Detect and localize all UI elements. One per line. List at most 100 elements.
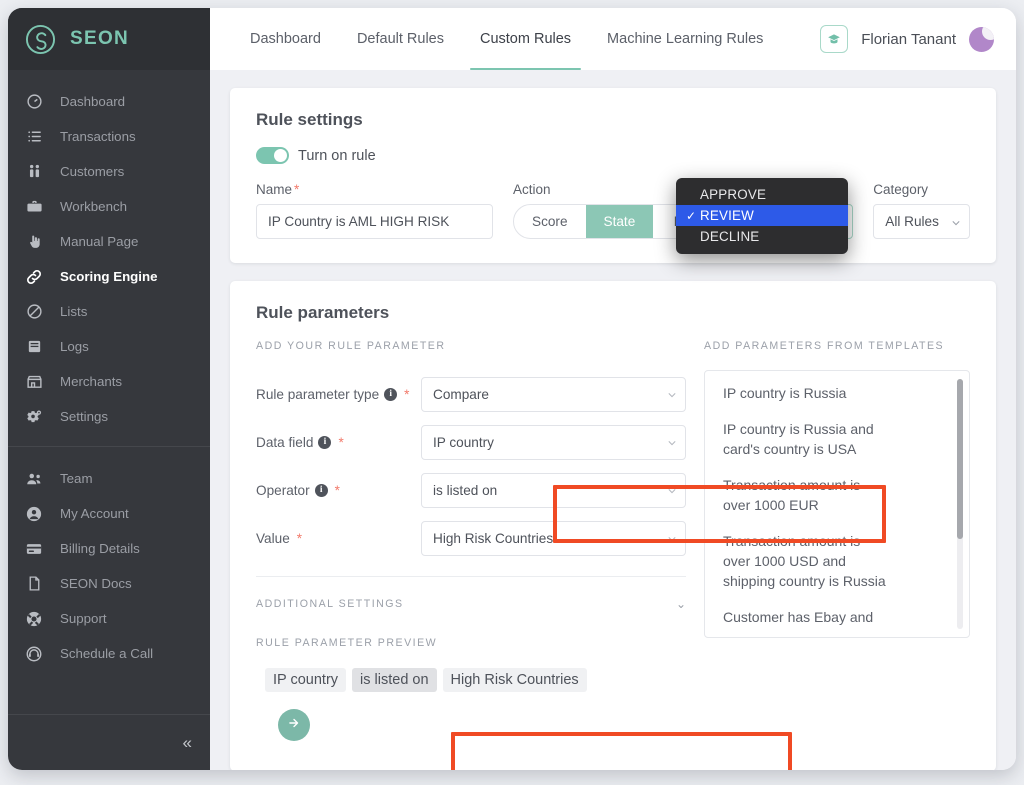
sidebar-item-label: Manual Page [60,234,210,249]
user-name: Florian Tanant [861,31,956,48]
info-icon[interactable]: i [318,436,331,449]
sidebar-item-label: Logs [60,339,210,354]
brand-name: SEON [70,28,129,50]
sidebar-item-schedule-a-call[interactable]: Schedule a Call [8,636,210,671]
operator-select[interactable]: is listed on [421,473,686,508]
operator-control: is listed on [421,473,686,508]
sidebar-item-merchants[interactable]: Merchants [8,364,210,399]
graduation-cap-icon[interactable] [820,25,848,53]
double-chevron-left-icon: « [183,733,192,753]
sidebar-item-settings[interactable]: Settings [8,399,210,434]
category-select[interactable]: All Rules [873,204,970,239]
avatar[interactable] [969,27,994,52]
chevron-down-icon [668,391,676,399]
label-text: Rule parameter type [256,387,379,402]
label-text: Value [256,531,290,546]
submit-parameter-button[interactable] [278,709,310,741]
dropdown-option-decline[interactable]: DECLINE [676,226,848,247]
sidebar-item-seon-docs[interactable]: SEON Docs [8,566,210,601]
tab-custom-rules[interactable]: Custom Rules [462,8,589,70]
turn-on-rule-toggle[interactable] [256,147,289,164]
dropdown-option-approve[interactable]: APPROVE [676,184,848,205]
templates-scrollbar-thumb[interactable] [957,379,963,539]
sidebar-primary-group: Dashboard Transactions [8,70,210,446]
sidebar-item-customers[interactable]: Customers [8,154,210,189]
rule-parameter-type-select[interactable]: Compare [421,377,686,412]
tab-default-rules[interactable]: Default Rules [339,8,462,70]
templates-column: ADD PARAMETERS FROM TEMPLATES IP country… [686,340,970,741]
action-state-dropdown-menu[interactable]: APPROVE ✓ REVIEW DECLINE [676,178,848,254]
sidebar-item-logs[interactable]: Logs [8,329,210,364]
sidebar-secondary-group: Team My Account [8,446,210,683]
link-chain-icon [8,268,60,286]
tab-label: Default Rules [357,31,444,47]
option-label: DECLINE [700,229,759,244]
rule-parameter-type-control: Compare [421,377,686,412]
name-label-text: Name [256,182,292,197]
main-area: Dashboard Default Rules Custom Rules Mac… [210,8,1016,770]
sidebar-item-label: Billing Details [60,541,210,556]
sidebar-item-label: Customers [60,164,210,179]
sidebar-item-support[interactable]: Support [8,601,210,636]
templates-scrollbar-track[interactable] [957,379,963,629]
additional-settings-caption: ADDITIONAL SETTINGS [256,598,676,610]
user-circle-icon [8,505,60,523]
tab-label: Machine Learning Rules [607,31,763,47]
category-field-group: Category All Rules [873,182,970,239]
dropdown-option-review[interactable]: ✓ REVIEW [676,205,848,226]
data-field-select[interactable]: IP country [421,425,686,460]
template-item[interactable]: Transaction amount is over 1000 EUR [723,475,891,515]
content-scroll-area[interactable]: Rule settings Turn on rule Name* Action [210,70,1016,770]
action-segment-score[interactable]: Score [514,205,586,238]
tab-dashboard[interactable]: Dashboard [232,8,339,70]
store-icon [8,373,60,390]
turn-on-rule-row: Turn on rule [256,147,970,164]
templates-list[interactable]: IP country is Russia IP country is Russi… [704,370,970,638]
sidebar-item-lists[interactable]: Lists [8,294,210,329]
template-item[interactable]: Transaction amount is over 1000 USD and … [723,531,891,591]
tab-machine-learning-rules[interactable]: Machine Learning Rules [589,8,781,70]
sidebar-item-my-account[interactable]: My Account [8,496,210,531]
sidebar-item-transactions[interactable]: Transactions [8,119,210,154]
data-field-label: Data field i * [256,435,421,450]
info-icon[interactable]: i [315,484,328,497]
tab-label: Custom Rules [480,31,571,47]
sidebar-item-workbench[interactable]: Workbench [8,189,210,224]
info-icon[interactable]: i [384,388,397,401]
brand-header[interactable]: SEON [8,8,210,70]
name-label: Name* [256,182,493,197]
lifebuoy-icon [8,610,60,628]
value-select[interactable]: High Risk Countries [421,521,686,556]
arrow-right-icon [287,716,301,735]
template-item[interactable]: Customer has Ebay and [723,607,891,627]
sidebar-collapse-button[interactable]: « [8,714,210,770]
sidebar-item-dashboard[interactable]: Dashboard [8,84,210,119]
sidebar-item-billing-details[interactable]: Billing Details [8,531,210,566]
option-label: APPROVE [700,187,766,202]
rule-parameter-type-label: Rule parameter type i * [256,387,421,402]
preview-chip-value: High Risk Countries [443,668,587,692]
tab-label: Dashboard [250,31,321,47]
value-control: High Risk Countries [421,521,686,556]
sidebar-item-label: Scoring Engine [60,269,210,284]
sidebar-item-manual-page[interactable]: Manual Page [8,224,210,259]
no-entry-icon [8,303,60,320]
people-icon [8,163,60,180]
template-item[interactable]: IP country is Russia [723,383,891,403]
action-segment-state[interactable]: State [586,205,654,238]
label-text: Operator [256,483,310,498]
topbar-user-area: Florian Tanant [820,25,994,53]
primary-nav: Dashboard Default Rules Custom Rules Mac… [232,8,781,70]
sidebar-item-team[interactable]: Team [8,461,210,496]
sidebar-item-scoring-engine[interactable]: Scoring Engine [8,259,210,294]
chevron-down-icon[interactable]: ⌄ [676,597,686,611]
book-icon [8,338,60,355]
sidebar-item-label: SEON Docs [60,576,210,591]
sidebar-item-label: Merchants [60,374,210,389]
topbar: Dashboard Default Rules Custom Rules Mac… [210,8,1016,70]
rule-parameters-title: Rule parameters [256,303,970,323]
rule-name-input[interactable] [256,204,493,239]
template-item[interactable]: IP country is Russia and card's country … [723,419,891,459]
sidebar-item-label: Transactions [60,129,210,144]
additional-settings-row[interactable]: ADDITIONAL SETTINGS ⌄ [256,597,686,611]
